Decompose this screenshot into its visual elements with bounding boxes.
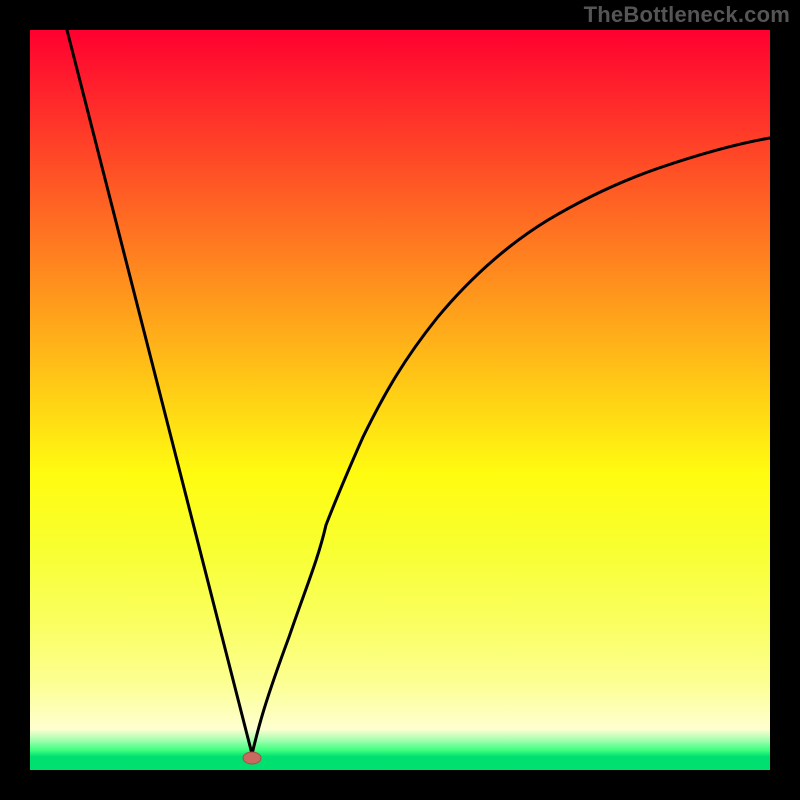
optimum-dot xyxy=(243,752,261,764)
bottleneck-curve-left xyxy=(67,30,252,754)
chart-frame: TheBottleneck.com xyxy=(0,0,800,800)
plot-area xyxy=(30,30,770,770)
bottleneck-curve-right xyxy=(252,138,770,754)
curve-svg xyxy=(30,30,770,770)
attribution-label: TheBottleneck.com xyxy=(584,2,790,28)
